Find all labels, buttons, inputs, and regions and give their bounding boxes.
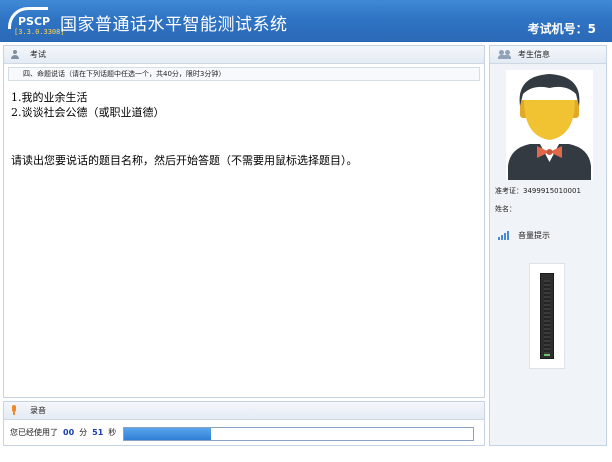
exam-panel: 考试 四、命题说话（请在下列话题中任选一个，共40分，限时3分钟） 1.我的业余… bbox=[3, 45, 485, 398]
candidate-photo bbox=[506, 70, 593, 180]
user-icon bbox=[10, 49, 20, 60]
elapsed-label: 您已经使用了 bbox=[10, 427, 58, 437]
meter-segments bbox=[544, 280, 550, 356]
logo-text: PSCP bbox=[18, 15, 51, 28]
ticket-number: 准考证：3499915010001 bbox=[495, 186, 581, 196]
app-header: PSCP [3.3.0.3308] 国家普通话水平智能测试系统 考试机号：5 bbox=[0, 0, 612, 42]
volume-level bbox=[544, 354, 550, 356]
progress-fill bbox=[124, 428, 212, 440]
elapsed-minutes: 00 bbox=[63, 427, 75, 437]
topic-list: 1.我的业余生活 2.谈谈社会公德（或职业道德） bbox=[4, 81, 484, 120]
exam-no-value: 5 bbox=[587, 22, 596, 36]
exam-panel-title: 考试 bbox=[30, 50, 46, 59]
microphone-icon bbox=[10, 405, 18, 416]
recording-panel: 录音 您已经使用了 00 分 51 秒 bbox=[3, 401, 485, 446]
users-icon bbox=[498, 50, 512, 59]
seconds-unit: 秒 bbox=[108, 427, 117, 437]
candidate-panel: 考生信息 准考证：3499915010001 姓名： 音量提示 bbox=[489, 45, 607, 446]
topic-item: 1.我的业余生活 bbox=[11, 91, 88, 104]
volume-meter-frame bbox=[529, 263, 565, 369]
volume-header: 音量提示 bbox=[498, 230, 550, 241]
avatar-placeholder-icon bbox=[506, 70, 593, 180]
candidate-panel-header: 考生信息 bbox=[490, 46, 606, 64]
volume-title: 音量提示 bbox=[518, 231, 550, 240]
recording-title: 录音 bbox=[30, 406, 46, 415]
topic-item: 2.谈谈社会公德（或职业道德） bbox=[11, 106, 165, 119]
app-title: 国家普通话水平智能测试系统 bbox=[60, 15, 288, 35]
version-label: [3.3.0.3308] bbox=[14, 28, 65, 36]
candidate-panel-title: 考生信息 bbox=[518, 50, 550, 59]
exam-machine-number: 考试机号：5 bbox=[528, 20, 596, 37]
volume-bars-icon bbox=[498, 231, 510, 240]
recording-progress-bar bbox=[123, 427, 474, 441]
recording-header: 录音 bbox=[4, 402, 484, 420]
elapsed-seconds: 51 bbox=[92, 427, 104, 437]
minutes-unit: 分 bbox=[79, 427, 88, 437]
section-title: 四、命题说话（请在下列话题中任选一个，共40分，限时3分钟） bbox=[8, 67, 480, 81]
candidate-name: 姓名： bbox=[495, 204, 516, 214]
name-label: 姓名： bbox=[495, 205, 516, 213]
ticket-value: 3499915010001 bbox=[523, 187, 581, 195]
ticket-label: 准考证： bbox=[495, 187, 523, 195]
exam-no-label: 考试机号： bbox=[527, 22, 588, 36]
volume-meter bbox=[540, 273, 554, 359]
exam-panel-header: 考试 bbox=[4, 46, 484, 64]
instruction-text: 请读出您要说话的题目名称，然后开始答题（不需要用鼠标选择题目）。 bbox=[11, 154, 358, 167]
